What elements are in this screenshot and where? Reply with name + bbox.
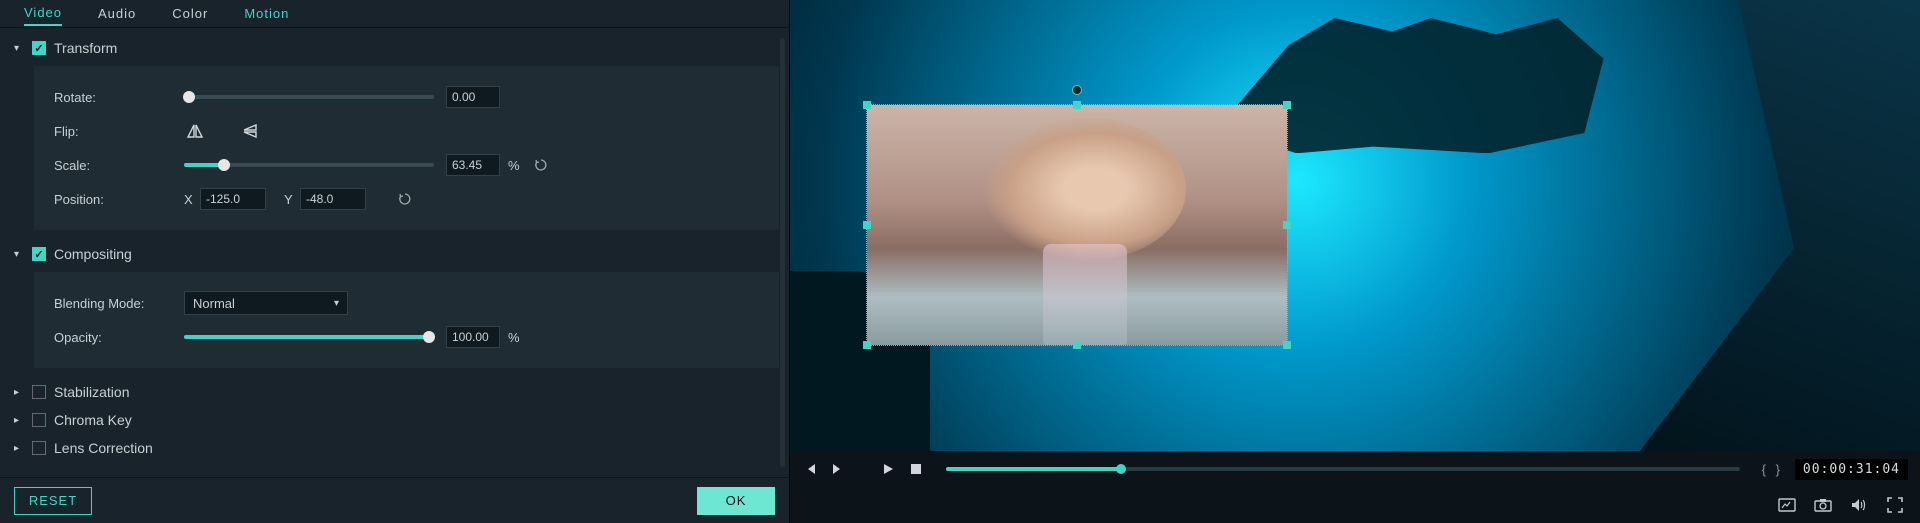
opacity-slider[interactable] xyxy=(184,335,434,339)
tab-color[interactable]: Color xyxy=(172,2,208,25)
position-x-input[interactable] xyxy=(200,188,266,210)
overlay-clip-bounds[interactable] xyxy=(866,104,1288,346)
section-transform-header[interactable]: ▾ ✓ Transform xyxy=(10,34,779,62)
section-lens-correction-header[interactable]: ▸ Lens Correction xyxy=(10,434,779,462)
mark-in-out-icon[interactable]: { } xyxy=(1762,462,1783,477)
section-lens-correction-title: Lens Correction xyxy=(54,440,153,456)
scale-input[interactable] xyxy=(446,154,500,176)
timecode-display: 00:00:31:04 xyxy=(1795,459,1908,480)
resize-handle[interactable] xyxy=(1073,101,1081,109)
next-frame-icon[interactable] xyxy=(830,461,846,477)
fullscreen-icon[interactable] xyxy=(1886,496,1904,514)
tab-motion[interactable]: Motion xyxy=(244,2,289,25)
checkbox-transform[interactable]: ✓ xyxy=(32,41,46,55)
rotate-handle[interactable] xyxy=(1072,85,1082,95)
position-label: Position: xyxy=(54,192,184,207)
playback-timeline[interactable] xyxy=(946,467,1740,471)
resize-handle[interactable] xyxy=(1283,221,1291,229)
resize-handle[interactable] xyxy=(1283,101,1291,109)
section-chroma-key-title: Chroma Key xyxy=(54,412,132,428)
inspector-bottom-bar: RESET OK xyxy=(0,477,789,523)
overlay-clip-image xyxy=(867,105,1287,345)
rotate-label: Rotate: xyxy=(54,90,184,105)
opacity-unit: % xyxy=(508,330,520,345)
section-compositing-title: Compositing xyxy=(54,246,132,262)
blend-label: Blending Mode: xyxy=(54,296,184,311)
pos-x-label: X xyxy=(184,192,200,207)
preview-toolbar xyxy=(790,487,1920,523)
player-controls: { } 00:00:31:04 xyxy=(790,451,1920,487)
scale-label: Scale: xyxy=(54,158,184,173)
flip-horizontal-icon[interactable] xyxy=(184,122,206,140)
rotate-slider[interactable] xyxy=(184,95,434,99)
volume-icon[interactable] xyxy=(1850,496,1868,514)
section-stabilization-title: Stabilization xyxy=(54,384,130,400)
chevron-right-icon: ▸ xyxy=(14,387,24,398)
chevron-right-icon: ▸ xyxy=(14,415,24,426)
checkbox-chroma-key[interactable] xyxy=(32,413,46,427)
reset-scale-icon[interactable] xyxy=(534,158,548,172)
resize-handle[interactable] xyxy=(1283,341,1291,349)
scale-slider[interactable] xyxy=(184,163,434,167)
flip-vertical-icon[interactable] xyxy=(240,122,262,140)
chevron-right-icon: ▸ xyxy=(14,443,24,454)
blend-mode-value: Normal xyxy=(193,296,235,311)
section-compositing-body: Blending Mode: Normal ▾ Opacity: % xyxy=(34,272,779,368)
section-transform-body: Rotate: Flip: Scale: xyxy=(34,66,779,230)
scrollbar[interactable] xyxy=(780,38,785,467)
checkbox-stabilization[interactable] xyxy=(32,385,46,399)
opacity-label: Opacity: xyxy=(54,330,184,345)
checkbox-lens-correction[interactable] xyxy=(32,441,46,455)
resize-handle[interactable] xyxy=(863,221,871,229)
inspector-scroll: ▾ ✓ Transform Rotate: Flip: xyxy=(0,28,789,477)
resize-handle[interactable] xyxy=(863,341,871,349)
section-chroma-key-header[interactable]: ▸ Chroma Key xyxy=(10,406,779,434)
quality-icon[interactable] xyxy=(1778,496,1796,514)
inspector-panel: Video Audio Color Motion ▾ ✓ Transform R… xyxy=(0,0,790,523)
reset-button[interactable]: RESET xyxy=(14,487,92,515)
checkbox-compositing[interactable]: ✓ xyxy=(32,247,46,261)
tab-audio[interactable]: Audio xyxy=(98,2,136,25)
video-preview[interactable] xyxy=(790,0,1920,451)
scale-unit: % xyxy=(508,158,520,173)
section-compositing-header[interactable]: ▾ ✓ Compositing xyxy=(10,240,779,268)
chevron-down-icon: ▾ xyxy=(334,298,339,309)
section-transform-title: Transform xyxy=(54,40,117,56)
opacity-input[interactable] xyxy=(446,326,500,348)
blend-mode-select[interactable]: Normal ▾ xyxy=(184,291,348,315)
resize-handle[interactable] xyxy=(863,101,871,109)
tab-video[interactable]: Video xyxy=(24,1,62,26)
reset-position-icon[interactable] xyxy=(398,192,412,206)
flip-label: Flip: xyxy=(54,124,184,139)
position-y-input[interactable] xyxy=(300,188,366,210)
playhead[interactable] xyxy=(1116,464,1126,474)
section-stabilization-header[interactable]: ▸ Stabilization xyxy=(10,378,779,406)
chevron-down-icon: ▾ xyxy=(14,249,24,260)
pos-y-label: Y xyxy=(284,192,300,207)
play-icon[interactable] xyxy=(880,461,896,477)
prev-frame-icon[interactable] xyxy=(802,461,818,477)
resize-handle[interactable] xyxy=(1073,341,1081,349)
stop-icon[interactable] xyxy=(908,461,924,477)
ok-button[interactable]: OK xyxy=(697,487,775,515)
preview-panel: { } 00:00:31:04 xyxy=(790,0,1920,523)
inspector-tabs: Video Audio Color Motion xyxy=(0,0,789,28)
rotate-input[interactable] xyxy=(446,86,500,108)
chevron-down-icon: ▾ xyxy=(14,43,24,54)
snapshot-icon[interactable] xyxy=(1814,496,1832,514)
